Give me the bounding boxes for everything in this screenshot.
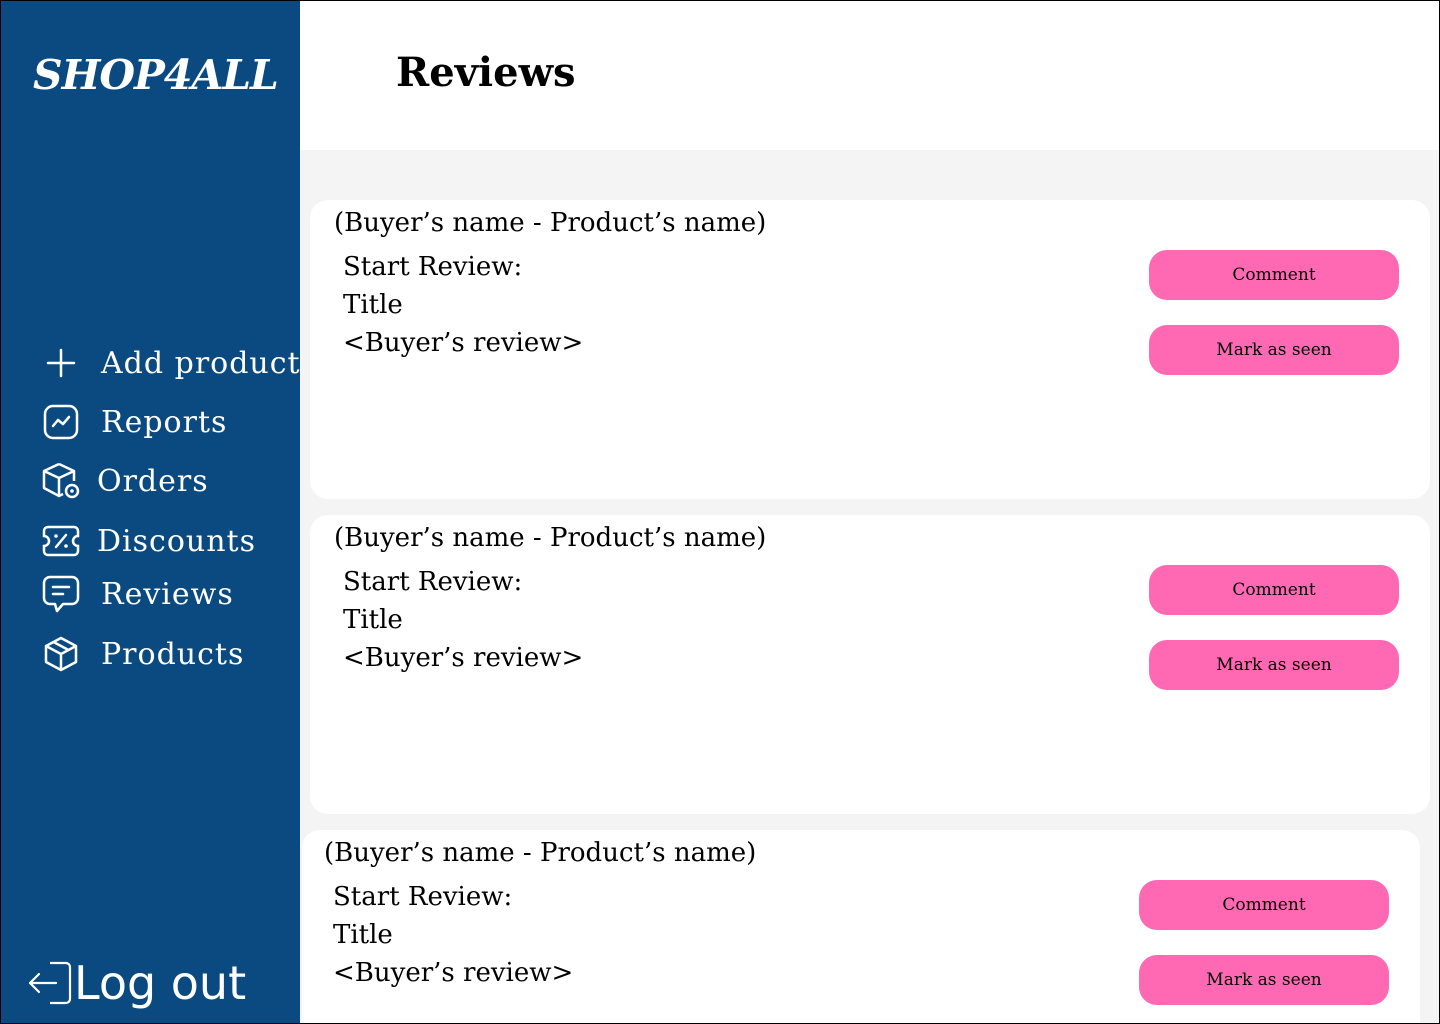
app-logo: SHOP4ALL [33,51,279,99]
review-body: <Buyer’s review> [343,643,584,673]
sidebar-item-discounts[interactable]: Discounts [41,521,256,561]
review-title: Title [343,605,403,635]
review-meta: (Buyer’s name - Product’s name) [334,523,767,553]
page-title: Reviews [396,49,576,96]
comment-button[interactable]: Comment [1149,250,1399,300]
app-frame: SHOP4ALL Add product Reports Orders Disc… [1,1,1439,1023]
sidebar: SHOP4ALL Add product Reports Orders Disc… [1,1,300,1023]
sidebar-item-add-product[interactable]: Add product [41,343,301,383]
sidebar-item-label: Reviews [101,576,234,612]
package-icon [41,634,81,674]
box-icon [41,461,81,501]
mark-as-seen-button[interactable]: Mark as seen [1149,640,1399,690]
sidebar-item-label: Reports [101,404,228,440]
plus-icon [41,343,81,383]
mark-as-seen-button[interactable]: Mark as seen [1139,955,1389,1005]
sidebar-item-label: Add product [101,345,301,381]
review-body: <Buyer’s review> [343,328,584,358]
sidebar-item-reports[interactable]: Reports [41,402,227,442]
review-title: Title [343,290,403,320]
review-card: (Buyer’s name - Product’s name) Start Re… [302,830,1420,1023]
review-body: <Buyer’s review> [333,958,574,988]
sidebar-item-orders[interactable]: Orders [41,461,209,501]
logout-icon [28,960,74,1006]
review-start-label: Start Review: [343,252,523,282]
review-meta: (Buyer’s name - Product’s name) [324,838,757,868]
review-title: Title [333,920,393,950]
review-card: (Buyer’s name - Product’s name) Start Re… [310,200,1430,499]
chart-icon [41,402,81,442]
logout-label: Log out [74,956,247,1010]
comment-button[interactable]: Comment [1139,880,1389,930]
discount-ticket-icon [41,521,81,561]
sidebar-item-products[interactable]: Products [41,634,244,674]
mark-as-seen-button[interactable]: Mark as seen [1149,325,1399,375]
logout-button[interactable]: Log out [28,956,246,1010]
review-start-label: Start Review: [333,882,513,912]
sidebar-item-label: Products [101,636,245,672]
sidebar-item-label: Orders [97,463,209,499]
review-start-label: Start Review: [343,567,523,597]
page-header: Reviews [300,1,1439,150]
sidebar-item-reviews[interactable]: Reviews [41,574,234,614]
comment-button[interactable]: Comment [1149,565,1399,615]
review-meta: (Buyer’s name - Product’s name) [334,208,767,238]
review-card: (Buyer’s name - Product’s name) Start Re… [310,515,1430,814]
message-icon [41,574,81,614]
sidebar-item-label: Discounts [97,523,256,559]
